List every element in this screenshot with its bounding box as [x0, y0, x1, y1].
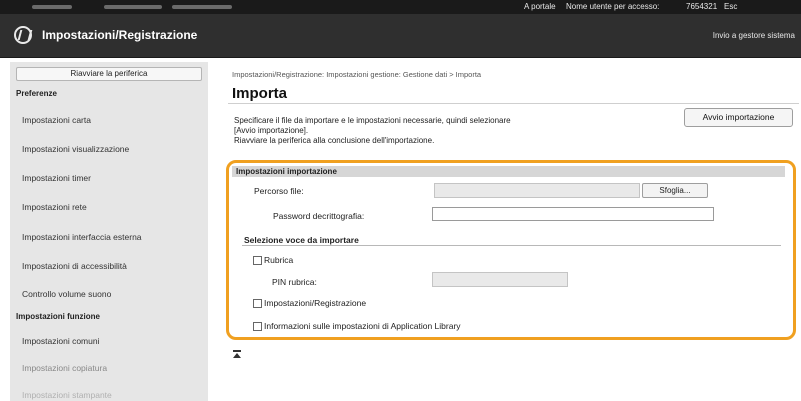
browse-button[interactable]: Sfoglia...: [642, 183, 708, 198]
file-path-field[interactable]: [434, 183, 640, 198]
blurred-text: [172, 5, 232, 9]
user-id: 7654321: [686, 2, 718, 11]
sidebar: Riavviare la periferica Preferenze Impos…: [10, 62, 208, 401]
items-to-import-title: Selezione voce da importare: [244, 235, 359, 245]
send-to-admin-link[interactable]: Invio a gestore sistema: [713, 31, 795, 40]
description-line: Riavviare la periferica alla conclusione…: [234, 136, 435, 145]
sidebar-item-timer-settings[interactable]: Impostazioni timer: [22, 173, 91, 183]
sidebar-item-printer-settings[interactable]: Impostazioni stampante: [22, 390, 112, 400]
product-logo-icon: [14, 26, 32, 44]
sidebar-item-network-settings[interactable]: Impostazioni rete: [22, 202, 87, 212]
breadcrumb: Impostazioni/Registrazione: Impostazioni…: [232, 70, 482, 79]
title-divider: [228, 103, 799, 104]
app-library-checkbox[interactable]: [253, 322, 262, 331]
restart-device-button[interactable]: Riavviare la periferica: [16, 67, 202, 81]
sidebar-item-common-settings[interactable]: Impostazioni comuni: [22, 336, 99, 346]
description-line: [Avvio importazione].: [234, 126, 309, 135]
page-title: Importa: [232, 85, 288, 102]
pin-field[interactable]: [432, 272, 568, 287]
settings-registration-label: Impostazioni/Registrazione: [264, 298, 367, 308]
sidebar-section-functions: Impostazioni funzione: [16, 312, 100, 321]
top-bar: A portale Nome utente per accesso: 76543…: [0, 0, 801, 14]
title-bar: Impostazioni/Registrazione Invio a gesto…: [0, 14, 801, 58]
address-book-checkbox[interactable]: [253, 256, 262, 265]
settings-registration-checkbox[interactable]: [253, 299, 262, 308]
sidebar-item-accessibility[interactable]: Impostazioni di accessibilità: [22, 261, 127, 271]
blurred-text: [32, 5, 72, 9]
blurred-text: [104, 5, 162, 9]
back-to-top-icon[interactable]: [232, 350, 242, 360]
items-divider: [242, 245, 781, 246]
sidebar-item-paper-settings[interactable]: Impostazioni carta: [22, 115, 91, 125]
page-description: Specificare il file da importare e le im…: [234, 116, 511, 146]
start-import-button[interactable]: Avvio importazione: [684, 108, 793, 127]
password-label: Password decrittografia:: [273, 211, 365, 221]
sidebar-item-copy-settings[interactable]: Impostazioni copiatura: [22, 363, 107, 373]
sidebar-item-display-settings[interactable]: Impostazioni visualizzazione: [22, 144, 129, 154]
portal-link[interactable]: A portale: [524, 2, 556, 11]
address-book-label: Rubrica: [264, 255, 294, 265]
description-line: Specificare il file da importare e le im…: [234, 116, 511, 125]
sidebar-item-external-interface[interactable]: Impostazioni interfaccia esterna: [22, 232, 142, 242]
import-settings-header: Impostazioni importazione: [232, 166, 785, 177]
sidebar-section-preferences: Preferenze: [16, 89, 57, 98]
file-path-label: Percorso file:: [254, 186, 304, 196]
pin-label: PIN rubrica:: [272, 277, 317, 287]
logout-link[interactable]: Esc: [724, 2, 737, 11]
password-field[interactable]: [432, 207, 714, 221]
back-to-top-arrow: [233, 353, 241, 358]
user-label: Nome utente per accesso:: [566, 2, 660, 11]
sidebar-item-volume[interactable]: Controllo volume suono: [22, 289, 111, 299]
app-library-label: Informazioni sulle impostazioni di Appli…: [264, 321, 461, 331]
app-title: Impostazioni/Registrazione: [42, 28, 198, 42]
back-to-top-bar: [233, 350, 241, 352]
